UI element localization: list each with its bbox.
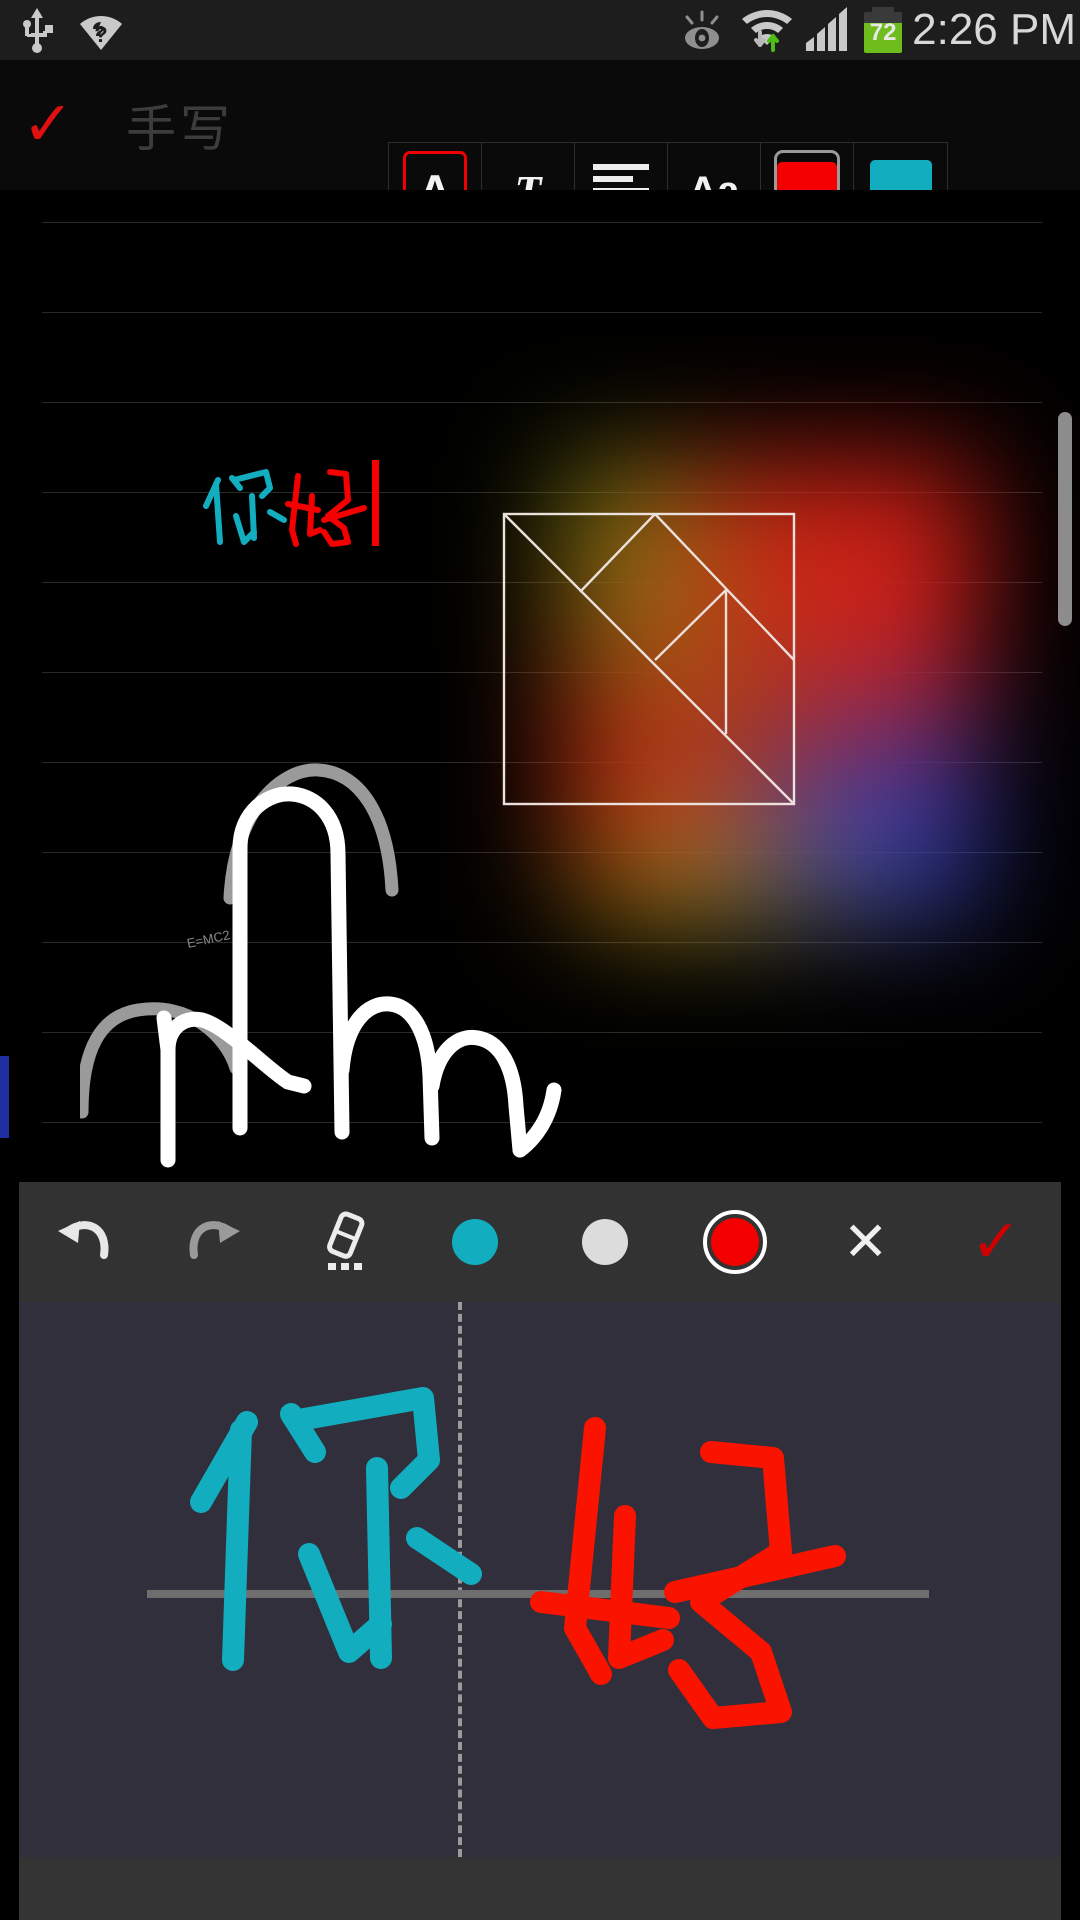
signal-bars-icon bbox=[806, 7, 848, 51]
status-bar-left-icons: ? bbox=[0, 7, 124, 53]
status-bar-clock: 2:26 PM bbox=[912, 5, 1076, 54]
equation-annotation: E=MC2 bbox=[186, 927, 232, 951]
battery-percent: 72 bbox=[869, 19, 897, 46]
accept-button[interactable]: ✓ bbox=[931, 1182, 1061, 1302]
hand-gesture-sketch: E=MC2 bbox=[80, 763, 562, 1168]
confirm-note-button[interactable]: ✓ bbox=[0, 94, 96, 156]
undo-icon bbox=[58, 1221, 109, 1259]
status-bar: ? 72 2:26 PM bbox=[0, 0, 1080, 60]
color-white-button[interactable] bbox=[540, 1182, 670, 1302]
page-marker bbox=[0, 1056, 9, 1138]
smart-stay-eye-icon bbox=[685, 10, 720, 49]
redo-button[interactable] bbox=[149, 1182, 279, 1302]
wifi-transfer-icon bbox=[742, 10, 793, 52]
color-dot-icon bbox=[451, 1219, 498, 1265]
selected-color-ring bbox=[703, 1210, 768, 1274]
wifi-question-icon: ? bbox=[80, 16, 122, 50]
redo-icon bbox=[189, 1221, 241, 1259]
undo-button[interactable] bbox=[19, 1182, 149, 1302]
page-title: 手写 bbox=[126, 101, 234, 157]
inline-handwriting-strokes bbox=[203, 460, 379, 547]
app-toolbar: ✓ 手写 A T Aa bbox=[0, 60, 1080, 299]
color-cyan-button[interactable] bbox=[410, 1182, 540, 1302]
color-dot-icon bbox=[711, 1218, 760, 1266]
vertical-scrollbar[interactable] bbox=[1058, 412, 1072, 626]
battery-icon: 72 bbox=[864, 7, 903, 53]
handwriting-toolbar: ✕ ✓ bbox=[19, 1182, 1061, 1302]
eraser-icon bbox=[326, 1211, 365, 1270]
text-cursor bbox=[372, 460, 379, 546]
handwriting-canvas[interactable] bbox=[19, 1302, 1061, 1857]
handwriting-input-panel: ✕ ✓ bbox=[19, 1182, 1061, 1920]
color-red-button[interactable] bbox=[670, 1182, 800, 1302]
color-dot-icon bbox=[582, 1219, 629, 1265]
svg-text:?: ? bbox=[94, 22, 107, 47]
note-canvas[interactable]: E=MC2 bbox=[0, 190, 1080, 1180]
handwriting-footer bbox=[19, 1857, 1061, 1920]
handwriting-strokes bbox=[190, 1387, 846, 1729]
close-icon: ✕ bbox=[843, 1212, 889, 1272]
usb-icon bbox=[23, 8, 53, 53]
cancel-button[interactable]: ✕ bbox=[801, 1182, 931, 1302]
eraser-button[interactable] bbox=[280, 1182, 410, 1302]
check-icon: ✓ bbox=[970, 1208, 1022, 1275]
status-bar-right-icons: 72 2:26 PM bbox=[674, 0, 1080, 60]
